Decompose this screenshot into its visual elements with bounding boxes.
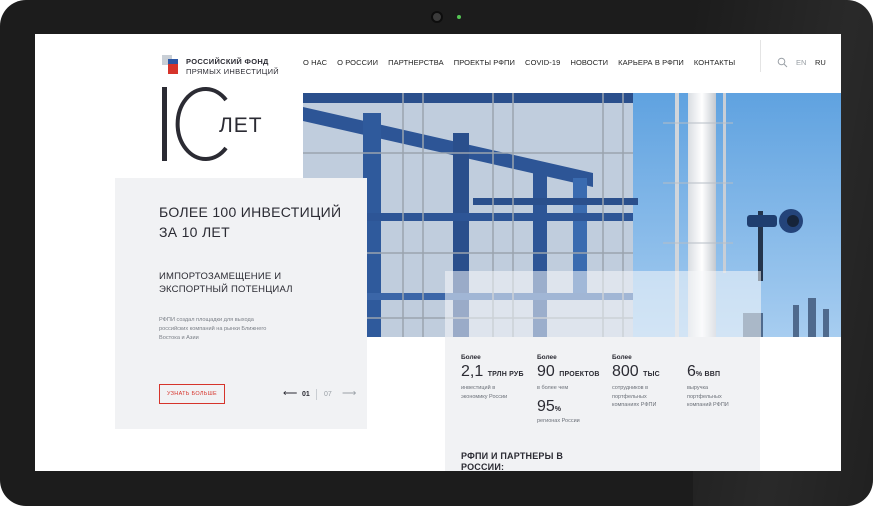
slide-subtitle: ИМПОРТОЗАМЕЩЕНИЕ И ЭКСПОРТНЫЙ ПОТЕНЦИАЛ [159,271,293,295]
stat-description: выручка портфельных компаний РФПИ [687,385,729,408]
nav-item-about[interactable]: О НАС [303,58,327,67]
stat-unit: ТЫС [643,371,660,378]
jubilee-digit-one [162,87,167,161]
jubilee-word: ЛЕТ [219,114,263,137]
stat-description: регионах России [537,418,580,424]
stat-value: 6% ВВП [687,363,720,381]
stat-value: 2,1 ТРЛН РУБ [461,363,524,381]
stat-number: 800 [612,363,639,380]
stat-description: в более чем [537,385,569,391]
header-divider [760,40,761,72]
search-icon[interactable] [777,57,788,68]
nav-item-contacts[interactable]: КОНТАКТЫ [694,58,735,67]
slider-next-arrow-icon[interactable]: ⟶ [342,389,356,399]
partners-title: РФПИ И ПАРТНЕРЫ В РОССИИ: [461,451,564,471]
stat-unit: ТРЛН РУБ [487,371,524,378]
nav-item-career[interactable]: КАРЬЕРА В РФПИ [618,58,684,67]
slide-counter-divider [316,389,317,400]
slider-prev-arrow-icon[interactable]: ⟵ [283,389,297,399]
nav-item-partnerships[interactable]: ПАРТНЕРСТВА [388,58,444,67]
stat-value: 90 ПРОЕКТОВ [537,363,600,381]
stat-number: 95 [537,398,555,415]
stat-number: 6 [687,363,696,380]
monitor-frame: РОССИЙСКИЙ ФОНД ПРЯМЫХ ИНВЕСТИЦИЙ О НАС … [0,0,873,506]
slide-title: БОЛЕЕ 100 ИНВЕСТИЦИЙ ЗА 10 ЛЕТ [159,204,342,240]
stat-label: Более [461,354,481,361]
slide-current-number: 01 [302,391,310,398]
nav-item-news[interactable]: НОВОСТИ [570,58,608,67]
stat-value: 800 ТЫС [612,363,660,381]
slide-total-number: 07 [324,391,332,398]
main-nav: О НАС О РОССИИ ПАРТНЕРСТВА ПРОЕКТЫ РФПИ … [303,58,745,67]
stat-value: 95% [537,398,561,416]
stat-unit: % ВВП [695,371,721,378]
webcam-icon [431,11,443,23]
stat-label: Более [537,354,557,361]
stat-unit: % [554,406,562,413]
nav-item-about-russia[interactable]: О РОССИИ [337,58,378,67]
screenshot-stage: РОССИЙСКИЙ ФОНД ПРЯМЫХ ИНВЕСТИЦИЙ О НАС … [0,0,873,506]
lang-switch-ru[interactable]: RU [815,58,826,67]
website-screen: РОССИЙСКИЙ ФОНД ПРЯМЫХ ИНВЕСТИЦИЙ О НАС … [35,34,841,471]
hero-industrial-image [303,93,841,337]
stat-number: 2,1 [461,363,484,380]
logo-text-line2[interactable]: ПРЯМЫХ ИНВЕСТИЦИЙ [186,67,279,76]
slide-description: РФПИ создал площадки для выхода российск… [159,317,267,341]
webcam-led [457,15,461,19]
nav-item-projects[interactable]: ПРОЕКТЫ РФПИ [454,58,515,67]
stat-unit: ПРОЕКТОВ [559,371,600,378]
stat-description: сотрудников в портфельных компаниях РФПИ [612,385,657,408]
lang-switch-en[interactable]: EN [796,58,806,67]
nav-item-covid[interactable]: COVID-19 [525,58,560,67]
logo-icon[interactable] [162,55,182,75]
stat-description: инвестиций в экономику России [461,385,508,400]
stat-number: 90 [537,363,555,380]
learn-more-button[interactable]: УЗНАТЬ БОЛЬШЕ [159,384,225,404]
logo-text-line1[interactable]: РОССИЙСКИЙ ФОНД [186,57,269,66]
stat-label: Более [612,354,632,361]
